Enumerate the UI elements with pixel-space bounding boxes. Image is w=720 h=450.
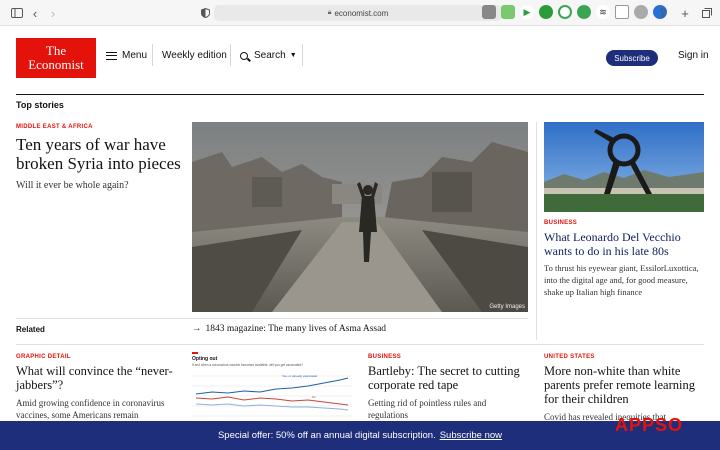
- logo-line-2: Economist: [28, 57, 84, 72]
- lead-kicker[interactable]: MIDDLE EAST & AFRICA: [16, 124, 186, 130]
- sculpture-image[interactable]: [544, 122, 704, 212]
- opting-out-chart-thumbnail[interactable]: Opting out If and when a coronavirus vac…: [192, 352, 352, 422]
- reader-icon[interactable]: [615, 5, 629, 19]
- story-kicker[interactable]: BUSINESS: [368, 354, 528, 360]
- story-standfirst: Amid growing confidence in coronavirus v…: [16, 398, 165, 420]
- sidebar-toggle-icon[interactable]: [8, 4, 26, 22]
- column-divider: [536, 122, 537, 340]
- related-link-text: 1843 magazine: The many lives of Asma As…: [205, 324, 387, 334]
- record-icon[interactable]: [558, 5, 572, 19]
- lead-story[interactable]: MIDDLE EAST & AFRICA Ten years of war ha…: [16, 124, 186, 191]
- arrow-right-icon: →: [192, 323, 202, 334]
- story-kicker[interactable]: GRAPHIC DETAIL: [16, 354, 186, 360]
- extension-icons: ▶ ≋: [482, 5, 667, 19]
- divider: [230, 44, 231, 66]
- image-credit: Getty Images: [489, 304, 525, 310]
- offer-text: Special offer: 50% off an annual digital…: [217, 430, 436, 441]
- hamburger-icon: [106, 51, 117, 60]
- forward-icon[interactable]: ›: [44, 4, 62, 22]
- extension-gray-icon[interactable]: [634, 5, 648, 19]
- related-link[interactable]: → 1843 magazine: The many lives of Asma A…: [192, 323, 386, 334]
- right-headline[interactable]: What Leonardo Del Vecchio wants to do in…: [544, 230, 704, 258]
- right-kicker[interactable]: BUSINESS: [544, 220, 704, 226]
- right-story[interactable]: BUSINESS What Leonardo Del Vecchio wants…: [544, 220, 704, 298]
- story-headline[interactable]: More non-white than white parents prefer…: [544, 364, 704, 406]
- section-title: Top stories: [16, 100, 64, 110]
- extension-circle-icon[interactable]: [539, 5, 553, 19]
- header-rule: [16, 94, 704, 95]
- search-button[interactable]: Search ▼: [240, 50, 297, 61]
- subscribe-button[interactable]: Subscribe: [606, 50, 658, 66]
- subscribe-now-link[interactable]: Subscribe now: [440, 430, 502, 441]
- grammar-icon[interactable]: [577, 5, 591, 19]
- chevron-down-icon: ▼: [289, 52, 297, 59]
- divider: [302, 44, 303, 66]
- extension-green-icon[interactable]: [501, 5, 515, 19]
- divider: [152, 44, 153, 66]
- story-graphic-detail[interactable]: GRAPHIC DETAIL What will convince the “n…: [16, 354, 186, 421]
- sign-in-link[interactable]: Sign in: [678, 50, 709, 61]
- tab-overview-icon[interactable]: [698, 4, 716, 22]
- stack-icon[interactable]: ≋: [596, 5, 610, 19]
- mini-chart-legend-no: No: [312, 395, 316, 399]
- logo-line-1: The: [45, 43, 67, 58]
- row-rule: [16, 344, 704, 345]
- mini-chart-subtitle: If and when a coronavirus vaccine become…: [192, 363, 303, 367]
- special-offer-banner: Special offer: 50% off an annual digital…: [0, 421, 720, 450]
- economist-logo[interactable]: The Economist: [16, 38, 96, 78]
- appso-watermark: APPSO: [615, 415, 684, 435]
- story-headline[interactable]: What will convince the “never-jabbers”?: [16, 364, 186, 392]
- search-icon: [240, 51, 248, 60]
- share-icon[interactable]: ⇪: [654, 4, 672, 22]
- right-standfirst: To thrust his eyewear giant, EssilorLuxo…: [544, 263, 699, 297]
- mini-chart-title: Opting out: [192, 356, 218, 362]
- search-label: Search: [254, 50, 286, 61]
- lock-icon: 🔒︎: [327, 9, 332, 16]
- related-rule: [16, 318, 528, 319]
- address-text: economist.com: [334, 8, 389, 18]
- related-label: Related: [16, 325, 45, 334]
- translate-icon[interactable]: [482, 5, 496, 19]
- story-bartleby[interactable]: BUSINESS Bartleby: The secret to cutting…: [368, 354, 528, 421]
- menu-label: Menu: [122, 50, 148, 61]
- menu-button[interactable]: Menu: [106, 50, 147, 61]
- play-icon[interactable]: ▶: [520, 5, 534, 19]
- back-icon[interactable]: ‹: [26, 4, 44, 22]
- lead-headline[interactable]: Ten years of war have broken Syria into …: [16, 135, 186, 173]
- weekly-edition-link[interactable]: Weekly edition: [162, 50, 227, 61]
- lead-standfirst: Will it ever be whole again?: [16, 180, 129, 191]
- story-kicker[interactable]: UNITED STATES: [544, 354, 704, 360]
- story-headline[interactable]: Bartleby: The secret to cutting corporat…: [368, 364, 528, 392]
- story-standfirst: Getting rid of pointless rules and regul…: [368, 398, 487, 420]
- privacy-shield-icon[interactable]: [196, 4, 214, 22]
- site-header: The Economist Menu Weekly edition Search…: [0, 26, 720, 88]
- browser-toolbar: ‹ › 🔒︎ economist.com ▶ ≋ ⇪ +: [0, 0, 720, 26]
- mini-chart-legend-yes: Yes, or already vaccinated: [282, 374, 317, 378]
- lead-image[interactable]: Getty Images: [192, 122, 528, 312]
- address-bar[interactable]: 🔒︎ economist.com: [214, 5, 502, 21]
- story-united-states[interactable]: UNITED STATES More non-white than white …: [544, 354, 704, 423]
- new-tab-icon[interactable]: +: [676, 4, 694, 22]
